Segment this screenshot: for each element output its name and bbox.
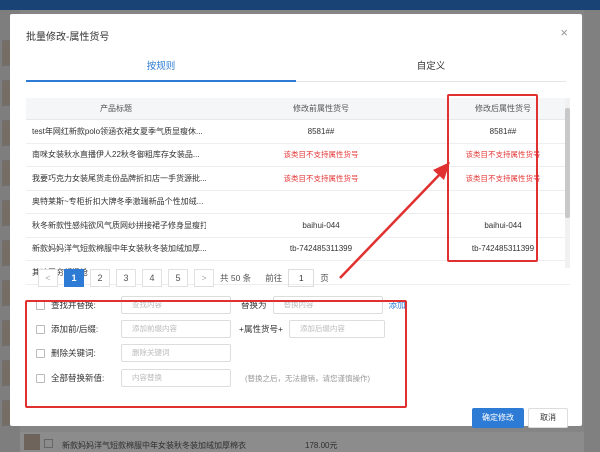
annotation-arrow-icon [339, 162, 450, 279]
arrow-shaft [339, 171, 443, 279]
